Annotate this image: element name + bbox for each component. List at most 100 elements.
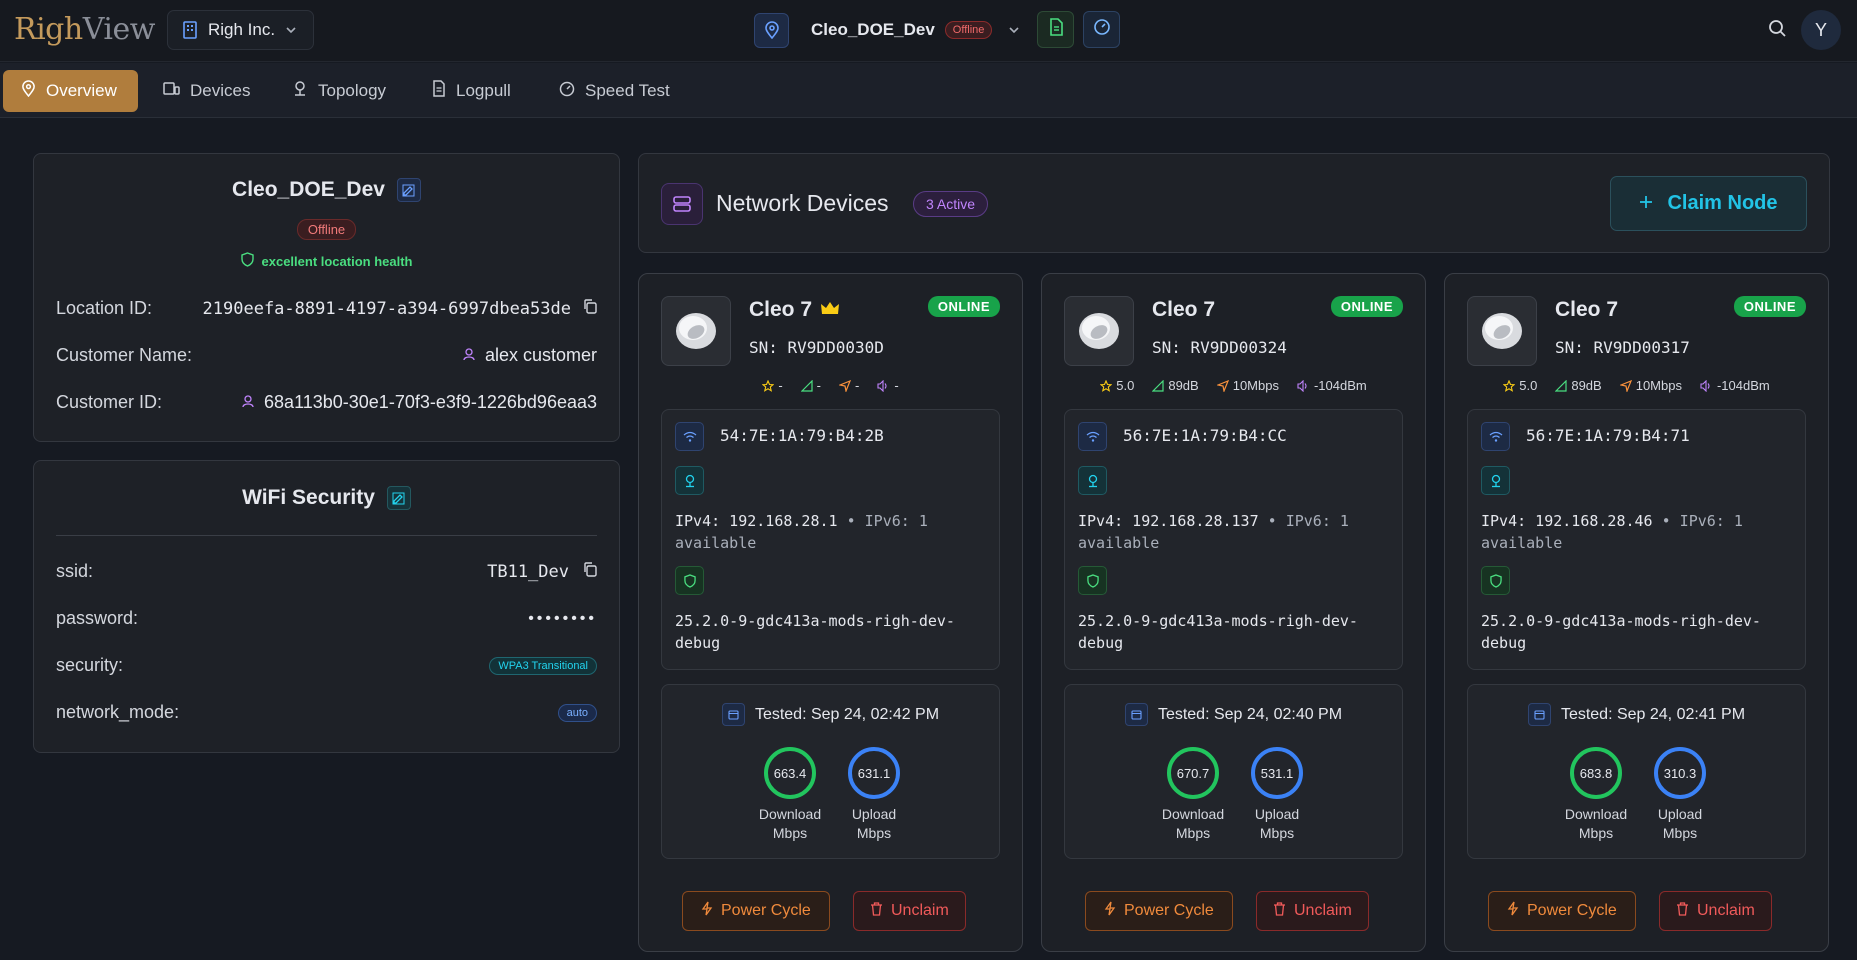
wifi-icon xyxy=(1078,422,1107,451)
search-icon[interactable] xyxy=(1768,19,1788,44)
online-badge: ONLINE xyxy=(1733,296,1806,317)
network-icon xyxy=(675,466,704,495)
rating-value: - xyxy=(778,378,783,393)
device-name-wrap: Cleo 7 xyxy=(1152,298,1215,322)
power-cycle-button[interactable]: Power Cycle xyxy=(1085,891,1233,931)
star-icon xyxy=(762,379,775,392)
crown-icon xyxy=(820,298,840,322)
upload-label: Upload Mbps xyxy=(1640,805,1720,843)
bolt-icon xyxy=(1104,901,1116,921)
copy-icon[interactable] xyxy=(583,298,597,319)
logs-button[interactable] xyxy=(1037,11,1074,48)
location-id-row: Location ID: 2190eefa-8891-4197-a394-699… xyxy=(56,298,597,319)
copy-icon[interactable] xyxy=(583,561,597,582)
divider xyxy=(56,535,597,536)
ipv4-value: IPv4: 192.168.28.137 xyxy=(1078,512,1259,530)
device-card-2: Cleo 7 SN: RV9DD00324 ONLINE 5.0 89dB 10… xyxy=(1041,273,1426,952)
send-icon xyxy=(839,379,851,392)
gauge-icon xyxy=(1093,18,1111,41)
chevron-down-icon xyxy=(285,26,297,34)
star-icon xyxy=(1100,379,1113,392)
active-count-badge: 3 Active xyxy=(913,191,989,217)
tested-row: Tested: Sep 24, 02:42 PM xyxy=(662,703,999,726)
speed-test-result: Tested: Sep 24, 02:42 PM 663.4 631.1 Dow… xyxy=(661,684,1000,859)
mac-address: 56:7E:1A:79:B4:CC xyxy=(1123,426,1287,445)
devices-icon xyxy=(163,81,180,102)
tab-logpull[interactable]: Logpull xyxy=(414,70,529,112)
power-cycle-button[interactable]: Power Cycle xyxy=(1488,891,1636,931)
logo-text-b: View xyxy=(82,12,156,47)
wifi-title: WiFi Security xyxy=(242,486,375,509)
tab-topology[interactable]: Topology xyxy=(274,70,404,112)
upload-label: Upload Mbps xyxy=(1237,805,1317,843)
network-icon xyxy=(1481,466,1510,495)
location-id-value: 2190eefa-8891-4197-a394-6997dbea53de xyxy=(202,298,571,319)
file-icon xyxy=(432,80,446,102)
online-badge: ONLINE xyxy=(1330,296,1403,317)
unclaim-button[interactable]: Unclaim xyxy=(1659,891,1772,931)
power-metric: - xyxy=(877,378,899,393)
device-info: 56:7E:1A:79:B4:CC IPv4: 192.168.28.137 •… xyxy=(1064,409,1403,670)
user-icon xyxy=(463,345,475,366)
download-label: Download Mbps xyxy=(1153,805,1233,843)
device-image xyxy=(1467,296,1537,366)
power-cycle-button[interactable]: Power Cycle xyxy=(682,891,830,931)
tab-devices[interactable]: Devices xyxy=(145,70,268,112)
network-devices-title: Network Devices xyxy=(716,190,889,216)
device-card-3: Cleo 7 SN: RV9DD00317 ONLINE 5.0 89dB 10… xyxy=(1444,273,1829,952)
device-name: Cleo 7 xyxy=(1152,298,1216,321)
customer-name-label: Customer Name: xyxy=(56,345,193,365)
security-badge: WPA3 Transitional xyxy=(489,656,597,675)
upload-text: Upload xyxy=(1254,806,1300,822)
chevron-down-icon xyxy=(1008,26,1020,34)
shield-icon xyxy=(675,566,704,595)
ip-addresses: IPv4: 192.168.28.1 • IPv6: 1 available xyxy=(675,510,987,554)
server-icon xyxy=(661,183,703,225)
ipv4-value: IPv4: 192.168.28.1 xyxy=(675,512,838,530)
unclaim-button[interactable]: Unclaim xyxy=(853,891,966,931)
password-value[interactable]: •••••••• xyxy=(528,610,597,628)
tab-overview[interactable]: Overview xyxy=(3,70,138,112)
gauge-icon xyxy=(559,81,575,102)
tab-devices-label: Devices xyxy=(190,81,251,100)
customer-id-value: 68a113b0-30e1-70f3-e3f9-1226bd96eaa3 xyxy=(264,392,597,412)
shield-icon xyxy=(1078,566,1107,595)
signal-value: 89dB xyxy=(1571,378,1602,393)
mac-address: 56:7E:1A:79:B4:71 xyxy=(1526,426,1690,445)
building-icon xyxy=(182,21,198,39)
location-id-label: Location ID: xyxy=(56,298,153,318)
network-devices-header: Network Devices 3 Active Claim Node xyxy=(638,153,1830,253)
upload-unit: Mbps xyxy=(1259,825,1295,841)
download-text: Download xyxy=(1161,806,1225,822)
wifi-icon xyxy=(1481,422,1510,451)
edit-icon[interactable] xyxy=(396,178,421,202)
device-serial: SN: RV9DD00324 xyxy=(1152,338,1287,357)
device-name: Cleo 7 xyxy=(749,298,813,321)
signal-icon xyxy=(1555,379,1567,392)
speedtest-button[interactable] xyxy=(1083,11,1120,48)
device-serial: SN: RV9DD00317 xyxy=(1555,338,1690,357)
power-value: - xyxy=(894,378,899,393)
avatar[interactable]: Y xyxy=(1801,10,1841,50)
edit-icon[interactable] xyxy=(386,486,411,510)
calendar-icon xyxy=(721,703,745,726)
signal-value: 89dB xyxy=(1168,378,1199,393)
ssid-value: TB11_Dev xyxy=(487,561,569,582)
tested-time: Tested: Sep 24, 02:41 PM xyxy=(1560,705,1746,723)
tab-bar: Overview Devices Topology Logpull Speed … xyxy=(0,63,1857,118)
download-unit: Mbps xyxy=(1578,825,1614,841)
claim-node-button[interactable]: Claim Node xyxy=(1610,176,1807,231)
upload-text: Upload xyxy=(1657,806,1703,822)
device-metrics: - - - - xyxy=(639,378,1022,393)
unclaim-label: Unclaim xyxy=(891,902,949,919)
upload-text: Upload xyxy=(851,806,897,822)
unclaim-button[interactable]: Unclaim xyxy=(1256,891,1369,931)
download-text: Download xyxy=(1564,806,1628,822)
org-selector[interactable]: Righ Inc. xyxy=(167,10,314,50)
tab-speed-test[interactable]: Speed Test xyxy=(541,70,688,112)
app-logo[interactable]: RighView xyxy=(14,12,155,47)
volume-icon xyxy=(1297,379,1310,392)
device-info: 54:7E:1A:79:B4:2B IPv4: 192.168.28.1 • I… xyxy=(661,409,1000,670)
health-text: excellent location health xyxy=(261,253,413,269)
location-selector[interactable]: Cleo_DOE_Dev Offline xyxy=(754,10,1020,50)
